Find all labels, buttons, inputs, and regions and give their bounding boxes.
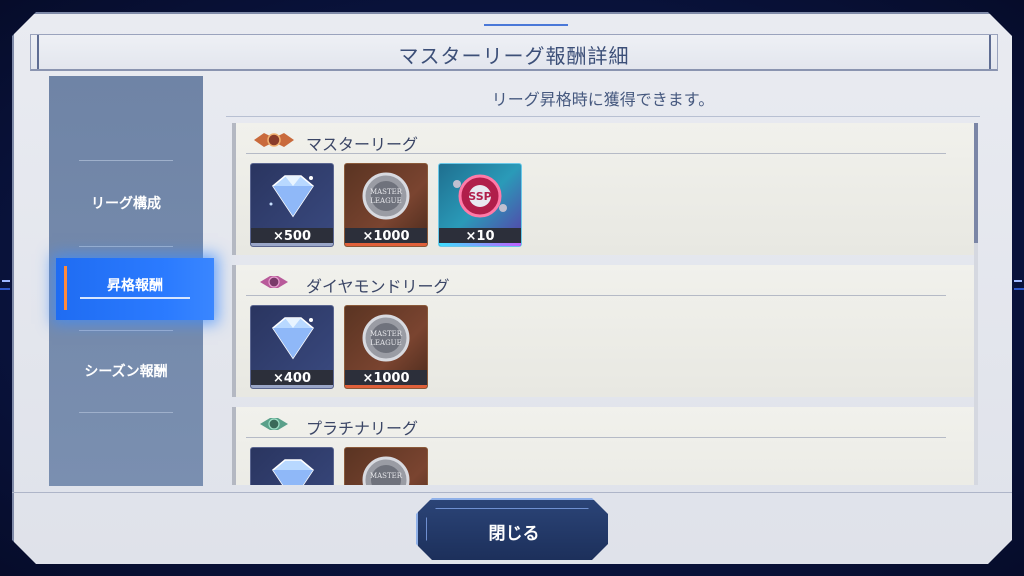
master-league-emblem-icon (254, 133, 294, 147)
master-league-medal-icon: MASTER LEAGUE (362, 314, 410, 362)
league-divider (246, 437, 946, 438)
league-section-diamond: ダイヤモンドリーグ ×400 MASTER LEAGUE ×1000 (232, 265, 974, 397)
reward-item-medal[interactable]: MASTER (344, 447, 428, 485)
league-section-platinum: プラチナリーグ MASTER (232, 407, 974, 485)
diamond-icon (272, 317, 314, 360)
frame-tick (1014, 280, 1022, 282)
sidebar-item-label: 昇格報酬 (107, 278, 163, 294)
title-bar-tick (989, 35, 997, 69)
dialog-title: マスターリーグ報酬詳細 (398, 44, 630, 68)
dialog-title-bar: マスターリーグ報酬詳細 (30, 34, 998, 71)
rarity-bar (345, 243, 427, 246)
close-button-label: 閉じる (488, 524, 540, 544)
frame-tick (2, 280, 10, 282)
dialog-top-ornament (484, 14, 568, 26)
league-name: ダイヤモンドリーグ (306, 277, 450, 296)
svg-text:MASTER: MASTER (370, 472, 403, 480)
reward-item-ssp-ticket[interactable]: SSP ×10 (438, 163, 522, 247)
svg-text:MASTER: MASTER (370, 188, 403, 196)
svg-text:SSP: SSP (468, 190, 491, 203)
description-divider (226, 116, 980, 117)
list-scrollbar-thumb[interactable] (974, 123, 978, 243)
reward-item-diamond[interactable] (250, 447, 334, 485)
league-divider (246, 295, 946, 296)
frame-deco-line-right (1014, 288, 1024, 290)
frame-deco-line-left (0, 288, 10, 290)
platinum-league-emblem-icon (260, 418, 288, 430)
sidebar-divider (79, 412, 173, 413)
footer-divider (12, 492, 1012, 493)
reward-item-medal[interactable]: MASTER LEAGUE ×1000 (344, 163, 428, 247)
reward-description: リーグ昇格時に獲得できます。 (491, 90, 715, 109)
active-underline (80, 297, 190, 299)
league-name: プラチナリーグ (306, 419, 419, 438)
svg-text:LEAGUE: LEAGUE (370, 197, 401, 205)
reward-item-diamond[interactable]: ×400 (250, 305, 334, 389)
sidebar-item-league-structure[interactable]: リーグ構成 (49, 193, 203, 213)
diamond-icon (269, 175, 314, 218)
svg-text:LEAGUE: LEAGUE (370, 339, 401, 347)
reward-item-diamond[interactable]: ×500 (250, 163, 334, 247)
close-button[interactable]: 閉じる (416, 498, 608, 560)
rarity-bar (251, 385, 333, 388)
sidebar-divider (79, 246, 173, 247)
master-league-medal-icon: MASTER LEAGUE (362, 172, 410, 220)
reward-item-medal[interactable]: MASTER LEAGUE ×1000 (344, 305, 428, 389)
diamond-icon (272, 459, 314, 485)
league-divider (246, 153, 946, 154)
league-section-master: マスターリーグ ×500 MASTER LEAGUE ×1000 SSP ×10 (232, 123, 974, 255)
rarity-bar (439, 243, 521, 246)
svg-text:MASTER: MASTER (370, 330, 403, 338)
sidebar-divider (79, 330, 173, 331)
diamond-league-emblem-icon (260, 276, 288, 288)
league-name: マスターリーグ (306, 135, 419, 154)
league-reward-list[interactable]: マスターリーグ ×500 MASTER LEAGUE ×1000 SSP ×10… (232, 123, 974, 485)
sidebar-divider (79, 160, 173, 161)
ssp-ticket-icon: SSP (453, 174, 507, 218)
sidebar-item-season-reward[interactable]: シーズン報酬 (49, 361, 203, 381)
rarity-bar (345, 385, 427, 388)
sidebar-item-promotion-reward[interactable]: 昇格報酬 (56, 258, 214, 320)
master-league-medal-icon: MASTER (362, 456, 410, 485)
rarity-bar (251, 243, 333, 246)
